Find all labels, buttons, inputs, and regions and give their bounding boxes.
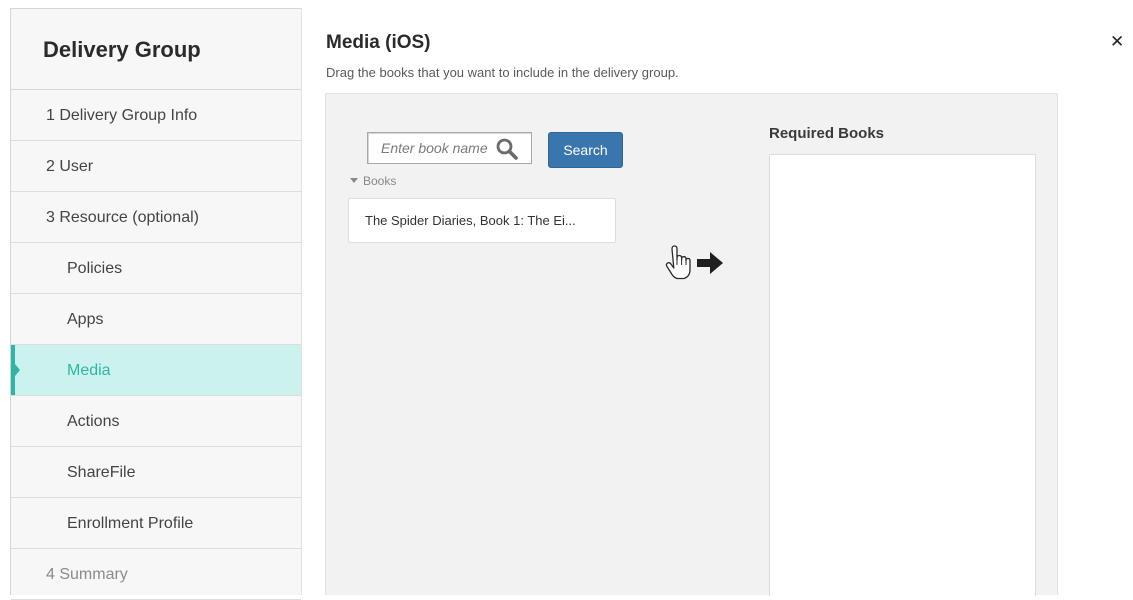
search-icon[interactable] xyxy=(495,137,519,161)
sidebar-item-enrollment-profile[interactable]: Enrollment Profile xyxy=(11,498,301,549)
sidebar-item-actions[interactable]: Actions xyxy=(11,396,301,447)
sidebar-item-policies[interactable]: Policies xyxy=(11,243,301,294)
sidebar-title: Delivery Group xyxy=(11,9,301,90)
sidebar-item-apps[interactable]: Apps xyxy=(11,294,301,345)
delivery-group-dialog: Delivery Group 1 Delivery Group Info 2 U… xyxy=(0,0,1133,600)
close-icon[interactable]: ✕ xyxy=(1110,33,1124,50)
books-group-label: Books xyxy=(363,174,397,188)
required-books-title: Required Books xyxy=(769,125,885,142)
arrow-right-icon xyxy=(697,252,723,274)
book-item[interactable]: The Spider Diaries, Book 1: The Ei... xyxy=(348,198,616,243)
media-panel: Search Books The Spider Diaries, Book 1:… xyxy=(325,93,1058,596)
sidebar-item-user[interactable]: 2 User xyxy=(11,141,301,192)
search-button[interactable]: Search xyxy=(548,132,623,168)
sidebar-item-media[interactable]: Media xyxy=(11,345,301,396)
page-title: Media (iOS) xyxy=(326,32,431,53)
sidebar-item-summary[interactable]: 4 Summary xyxy=(11,549,301,600)
books-group-toggle[interactable]: Books xyxy=(350,174,396,188)
search-input[interactable] xyxy=(371,136,495,160)
sidebar-item-resource[interactable]: 3 Resource (optional) xyxy=(11,192,301,243)
required-books-dropzone[interactable] xyxy=(769,154,1036,596)
sidebar-item-delivery-group-info[interactable]: 1 Delivery Group Info xyxy=(11,90,301,141)
sidebar: Delivery Group 1 Delivery Group Info 2 U… xyxy=(10,8,302,600)
caret-down-icon xyxy=(350,178,358,183)
sidebar-item-sharefile[interactable]: ShareFile xyxy=(11,447,301,498)
search-box xyxy=(367,132,532,164)
page-subtitle: Drag the books that you want to include … xyxy=(326,65,679,80)
drag-hint xyxy=(663,244,733,284)
